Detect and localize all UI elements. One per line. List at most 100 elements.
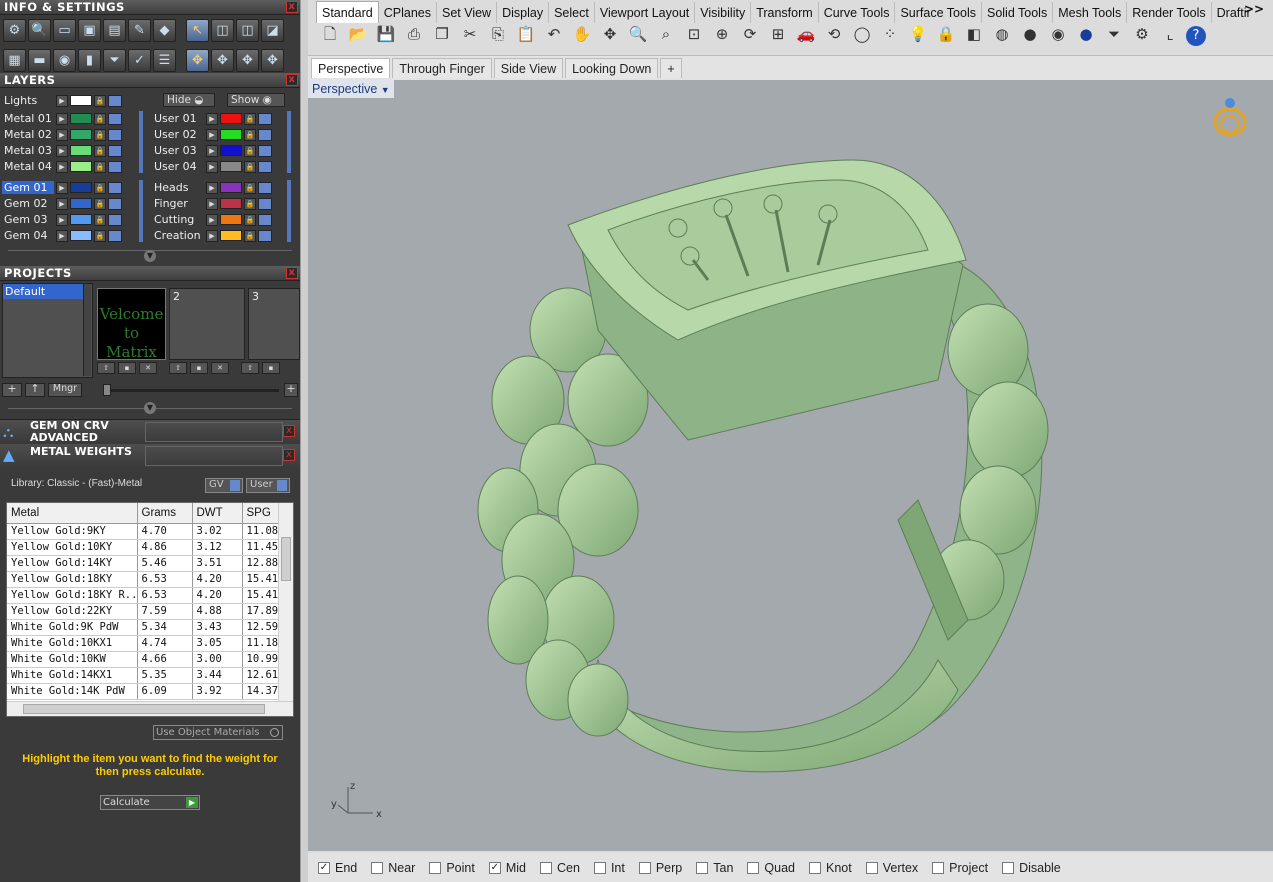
layer-name[interactable]: User 01 — [152, 112, 204, 125]
tab-viewport-layout[interactable]: Viewport Layout — [595, 2, 696, 23]
visibility-toggle[interactable] — [258, 181, 272, 194]
snap-near[interactable]: Near — [371, 861, 415, 875]
tab-render-tools[interactable]: Render Tools — [1127, 2, 1212, 23]
table-row[interactable]: White Gold:14K PdW 6.09 3.92 14.37 — [7, 683, 280, 700]
layer-color-swatch[interactable] — [70, 161, 92, 172]
expand-icon[interactable]: ▶ — [56, 181, 68, 194]
car-icon[interactable]: ▭ — [53, 18, 76, 42]
column-header[interactable]: SPG — [242, 503, 280, 524]
snap-end[interactable]: ✓ End — [318, 861, 357, 875]
expand-icon[interactable]: ▶ — [56, 144, 68, 157]
column-header[interactable]: DWT — [192, 503, 243, 524]
expand-icon[interactable]: ▶ — [56, 94, 68, 107]
tool-a-icon[interactable]: ◫ — [211, 18, 234, 42]
filter-icon[interactable]: ⏷ — [1102, 22, 1126, 46]
sphere-icon[interactable]: ◉ — [53, 48, 76, 72]
layer-row[interactable]: Gem 01 ▶ 🔒 — [2, 180, 122, 195]
snap-mid[interactable]: ✓ Mid — [488, 861, 526, 875]
layer-row[interactable]: Metal 04 ▶ 🔒 — [2, 159, 122, 174]
pan-hand-icon[interactable]: ✋ — [570, 22, 594, 46]
layer-name[interactable]: Heads — [152, 181, 204, 194]
expand-icon[interactable]: ▶ — [206, 213, 218, 226]
new-file-icon[interactable]: 🗋 — [318, 22, 342, 46]
help-icon[interactable]: ? — [1186, 26, 1206, 46]
visibility-toggle[interactable] — [258, 213, 272, 226]
layer-name[interactable]: Creation — [152, 229, 204, 242]
expand-icon[interactable]: ▶ — [206, 229, 218, 242]
metal-weights-panel-header[interactable]: ▲ METAL WEIGHTS x — [0, 444, 300, 468]
upload-icon[interactable]: ⇧ — [97, 362, 115, 374]
layer-row[interactable]: User 04 ▶ 🔒 — [152, 159, 272, 174]
layer-color-swatch[interactable] — [70, 198, 92, 209]
visibility-toggle[interactable] — [108, 94, 122, 107]
paste-icon[interactable]: 📋 — [514, 22, 538, 46]
tab-set-view[interactable]: Set View — [437, 2, 498, 23]
layer-name[interactable]: User 02 — [152, 128, 204, 141]
collapse-handle[interactable]: ▼ — [144, 250, 156, 262]
layer-row[interactable]: Creation ▶ 🔒 — [152, 228, 272, 243]
layer-name[interactable]: Gem 02 — [2, 197, 54, 210]
monitor-icon[interactable]: ▬ — [28, 48, 51, 72]
zoom-in-button[interactable]: + — [284, 383, 298, 397]
tab-select[interactable]: Select — [549, 2, 595, 23]
move-view-icon[interactable]: ✥ — [598, 22, 622, 46]
delete-icon[interactable]: ✕ — [211, 362, 229, 374]
lock-icon[interactable]: 🔒 — [244, 144, 256, 157]
rotate-object-icon[interactable]: ⟲ — [822, 22, 846, 46]
tool-b-icon[interactable]: ◫ — [236, 18, 259, 42]
checklist-icon[interactable]: ✓ — [128, 48, 151, 72]
checkbox[interactable] — [371, 861, 384, 874]
use-object-materials-toggle[interactable]: Use Object Materials — [153, 725, 283, 740]
tab-cplanes[interactable]: CPlanes — [379, 2, 437, 23]
layer-color-swatch[interactable] — [70, 214, 92, 225]
more-tabs-button[interactable]: >> — [1244, 2, 1264, 22]
layer-name[interactable]: Metal 03 — [2, 144, 54, 157]
visibility-toggle[interactable] — [258, 229, 272, 242]
table-row[interactable]: White Gold:10KW 4.66 3.00 10.99 — [7, 651, 280, 668]
zoom-window-icon[interactable]: ⌕ — [654, 22, 678, 46]
layer-row[interactable]: Metal 01 ▶ 🔒 — [2, 111, 122, 126]
visibility-toggle[interactable] — [258, 128, 272, 141]
zoom-icon[interactable]: 🔍 — [28, 18, 51, 42]
project-slot-3[interactable]: 3 — [248, 288, 300, 360]
close-icon[interactable]: x — [283, 449, 295, 461]
snap-knot[interactable]: Knot — [809, 861, 852, 875]
checkbox[interactable] — [1002, 861, 1015, 874]
layer-color-swatch[interactable] — [220, 230, 242, 241]
rotate-icon[interactable]: ✥ — [211, 48, 234, 72]
lock-icon[interactable]: 🔒 — [244, 197, 256, 210]
column-header[interactable]: Grams — [137, 503, 193, 524]
move-up-button[interactable]: ↑ — [25, 383, 45, 397]
tab-standard[interactable]: Standard — [316, 1, 379, 23]
perspective-viewport[interactable]: Perspective ▼ x z y — [308, 80, 1273, 851]
collapse-handle[interactable]: ▼ — [144, 402, 156, 414]
show-button[interactable]: Show ◉ — [227, 93, 285, 107]
layer-name[interactable]: Cutting — [152, 213, 204, 226]
copy-file-icon[interactable]: ❐ — [430, 22, 454, 46]
close-icon[interactable]: x — [286, 267, 298, 279]
expand-icon[interactable]: ▶ — [56, 160, 68, 173]
project-slot-1[interactable]: Velcome to Matrix — [97, 288, 166, 361]
lock-icon[interactable]: 🔒 — [244, 112, 256, 125]
circle-icon[interactable]: ◯ — [850, 22, 874, 46]
layer-name[interactable]: User 04 — [152, 160, 204, 173]
box-icon[interactable]: ▣ — [78, 18, 101, 42]
expand-icon[interactable]: ▶ — [56, 128, 68, 141]
layer-row[interactable]: User 03 ▶ 🔒 — [152, 143, 272, 158]
layer-color-swatch[interactable] — [70, 230, 92, 241]
layer-color-swatch[interactable] — [70, 182, 92, 193]
lights-swatch[interactable] — [70, 95, 92, 106]
expand-icon[interactable]: ▶ — [206, 181, 218, 194]
layer-icon[interactable]: ◧ — [962, 22, 986, 46]
visibility-toggle[interactable] — [258, 112, 272, 125]
zoom-selected-icon[interactable]: ⊕ — [710, 22, 734, 46]
project-default[interactable]: Default — [3, 284, 83, 299]
checkbox[interactable] — [429, 861, 442, 874]
lock-icon[interactable]: 🔒 — [94, 160, 106, 173]
scale-icon[interactable]: ✥ — [236, 48, 259, 72]
visibility-toggle[interactable] — [108, 160, 122, 173]
layer-color-swatch[interactable] — [70, 145, 92, 156]
layer-color-swatch[interactable] — [220, 161, 242, 172]
snap-perp[interactable]: Perp — [638, 861, 682, 875]
layer-row[interactable]: User 02 ▶ 🔒 — [152, 127, 272, 142]
